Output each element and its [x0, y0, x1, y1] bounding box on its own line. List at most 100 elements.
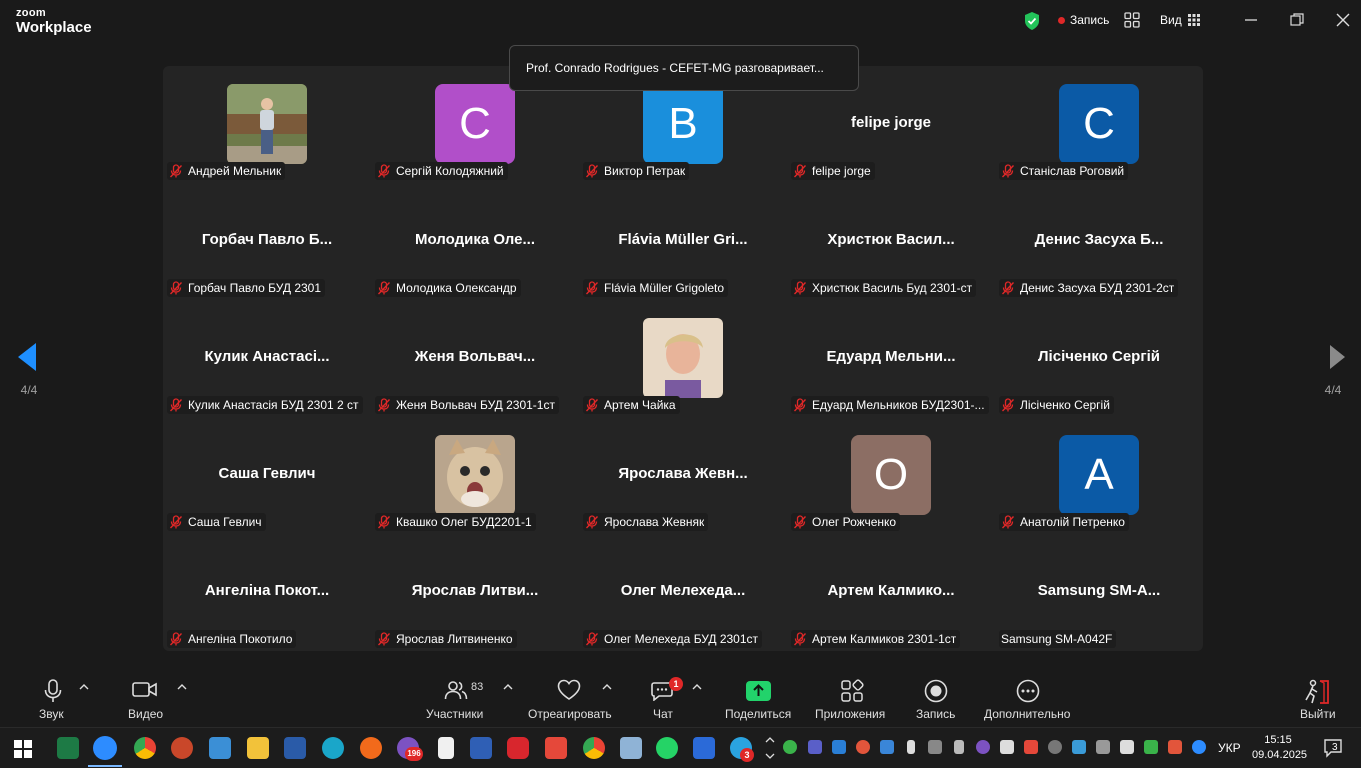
participant-tile[interactable]: Олег Мелехеда... Олег Мелехеда БУД 2301ст: [579, 534, 787, 651]
language-indicator[interactable]: УКР: [1218, 741, 1241, 755]
participant-name: Станіслав Роговий: [1020, 164, 1125, 178]
participant-tile[interactable]: Samsung SM-A... Samsung SM-A042F: [995, 534, 1203, 651]
react-button[interactable]: Отреагировать: [525, 669, 615, 727]
participant-tile[interactable]: Горбач Павло Б... Горбач Павло БУД 2301: [163, 183, 371, 300]
participant-tile[interactable]: Женя Вольвач... Женя Вольвач БУД 2301-1ст: [371, 300, 579, 417]
more-button[interactable]: Дополнительно: [982, 669, 1074, 727]
leave-button[interactable]: Выйти: [1296, 669, 1338, 727]
tray-overflow-chevron-icon[interactable]: [764, 732, 776, 764]
excel-icon[interactable]: [57, 737, 79, 759]
whatsapp-icon[interactable]: [656, 737, 678, 759]
firefox-icon[interactable]: [360, 737, 382, 759]
participant-tile[interactable]: Flávia Müller Gri... Flávia Müller Grigol…: [579, 183, 787, 300]
app-w-icon[interactable]: [693, 737, 715, 759]
view-button[interactable]: Вид: [1160, 13, 1200, 27]
tray-check-icon[interactable]: [783, 740, 797, 754]
chat-options-caret-icon[interactable]: [692, 683, 702, 691]
participant-tile[interactable]: Кулик Анастасі... Кулик Анастасія БУД 230…: [163, 300, 371, 417]
participant-name-label: Квашко Олег БУД2201-1: [375, 513, 536, 531]
recording-dot-icon: [1058, 16, 1065, 24]
audio-options-caret-icon[interactable]: [79, 683, 89, 691]
app-s-red-icon[interactable]: [545, 737, 567, 759]
participant-tile[interactable]: Артем Чайка: [579, 300, 787, 417]
chrome-profile-icon[interactable]: [583, 737, 605, 759]
tray-microphone-icon[interactable]: [907, 740, 915, 754]
floppy-disk-icon[interactable]: [470, 737, 492, 759]
recording-indicator[interactable]: Запись: [1058, 13, 1109, 27]
tray-device-icon[interactable]: [954, 740, 964, 754]
tray-app-icon[interactable]: [832, 740, 846, 754]
participants-button[interactable]: 83 Участники: [420, 669, 492, 727]
participant-tile[interactable]: Христюк Васил... Христюк Василь Буд 2301-…: [787, 183, 995, 300]
muted-mic-icon: [169, 281, 183, 295]
windows-start-icon[interactable]: [14, 740, 32, 758]
participant-tile[interactable]: О Олег Рожченко: [787, 417, 995, 534]
react-label: Отреагировать: [528, 707, 612, 721]
share-button[interactable]: Поделиться: [722, 669, 794, 727]
chat-button[interactable]: 1 Чат: [643, 669, 683, 727]
chrome-icon[interactable]: [134, 737, 156, 759]
tray-teams-icon[interactable]: [808, 740, 822, 754]
tray-printer-icon[interactable]: [1000, 740, 1014, 754]
video-options-caret-icon[interactable]: [177, 683, 187, 691]
tray-speaker-muted-icon[interactable]: [1168, 740, 1182, 754]
react-options-caret-icon[interactable]: [602, 683, 612, 691]
tray-app-blue-icon[interactable]: [1072, 740, 1086, 754]
taskbar-clock[interactable]: 15:15 09.04.2025: [1252, 733, 1307, 763]
participant-tile[interactable]: Квашко Олег БУД2201-1: [371, 417, 579, 534]
tray-wifi-icon[interactable]: [1048, 740, 1062, 754]
video-button[interactable]: Видео: [122, 669, 172, 727]
participant-name-label: Ярослава Жевняк: [583, 513, 709, 531]
participant-tile[interactable]: Едуард Мельни... Едуард Мельников БУД2301…: [787, 300, 995, 417]
participant-name-label: Христюк Василь Буд 2301-ст: [791, 279, 977, 297]
apps-grid-icon[interactable]: [1124, 12, 1140, 28]
prev-page-button[interactable]: 4/4: [10, 340, 48, 402]
participant-tile[interactable]: Ярослава Жевн... Ярослава Жевняк: [579, 417, 787, 534]
tray-zoom-icon[interactable]: [1192, 740, 1206, 754]
participant-tile[interactable]: Артем Калмико... Артем Калмиков 2301-1ст: [787, 534, 995, 651]
notification-center-button[interactable]: 3: [1323, 738, 1345, 758]
powerpoint-icon[interactable]: [171, 737, 193, 759]
participant-tile[interactable]: Молодика Оле... Молодика Олександр: [371, 183, 579, 300]
participant-tile[interactable]: Саша Гевлич Саша Гевлич: [163, 417, 371, 534]
audio-button[interactable]: Звук: [30, 669, 80, 727]
file-explorer-icon[interactable]: [247, 737, 269, 759]
document-icon[interactable]: [438, 737, 454, 759]
participant-tile[interactable]: Ангеліна Покот... Ангеліна Покотило: [163, 534, 371, 651]
participant-photo: [227, 84, 307, 164]
close-icon[interactable]: [1335, 12, 1351, 28]
restore-icon[interactable]: [1289, 12, 1305, 28]
participant-display-name: felipe jorge: [850, 114, 932, 131]
participant-tile[interactable]: А Анатолій Петренко: [995, 417, 1203, 534]
tray-s-icon[interactable]: [1024, 740, 1038, 754]
muted-mic-icon: [169, 515, 183, 529]
zoom-app-icon[interactable]: [93, 736, 117, 760]
participant-tile[interactable]: Ярослав Литви... Ярослав Литвиненко: [371, 534, 579, 651]
next-page-button[interactable]: 4/4: [1314, 340, 1352, 402]
shield-icon[interactable]: [1023, 11, 1041, 31]
tray-chrome-icon[interactable]: [856, 740, 870, 754]
record-button[interactable]: Запись: [910, 669, 962, 727]
tray-viber-icon[interactable]: [976, 740, 990, 754]
participant-tile[interactable]: Лісіченко Сергій Лісіченко Сергій: [995, 300, 1203, 417]
participant-tile[interactable]: Денис Засуха Б... Денис Засуха БУД 2301-2…: [995, 183, 1203, 300]
participant-name-label: Молодика Олександр: [375, 279, 521, 297]
participant-tile[interactable]: Андрей Мельник: [163, 66, 371, 183]
minimize-icon[interactable]: [1243, 12, 1259, 28]
tray-shield-icon[interactable]: [1144, 740, 1158, 754]
participant-tile[interactable]: С Станіслав Роговий: [995, 66, 1203, 183]
word-icon[interactable]: [284, 737, 306, 759]
participant-name: Горбач Павло БУД 2301: [188, 281, 322, 295]
participant-name: Денис Засуха БУД 2301-2ст: [1020, 281, 1175, 295]
tray-cloud-icon[interactable]: [880, 740, 894, 754]
muted-mic-icon: [1001, 515, 1015, 529]
edge-icon[interactable]: [322, 737, 344, 759]
tray-camera-icon[interactable]: [1096, 740, 1110, 754]
tray-volume-icon[interactable]: [1120, 740, 1134, 754]
app-blue-icon[interactable]: [620, 737, 642, 759]
app-red-icon[interactable]: [507, 737, 529, 759]
apps-button[interactable]: Приложения: [812, 669, 892, 727]
participants-options-caret-icon[interactable]: [503, 683, 513, 691]
app-s-icon[interactable]: [209, 737, 231, 759]
tray-monitor-icon[interactable]: [928, 740, 942, 754]
